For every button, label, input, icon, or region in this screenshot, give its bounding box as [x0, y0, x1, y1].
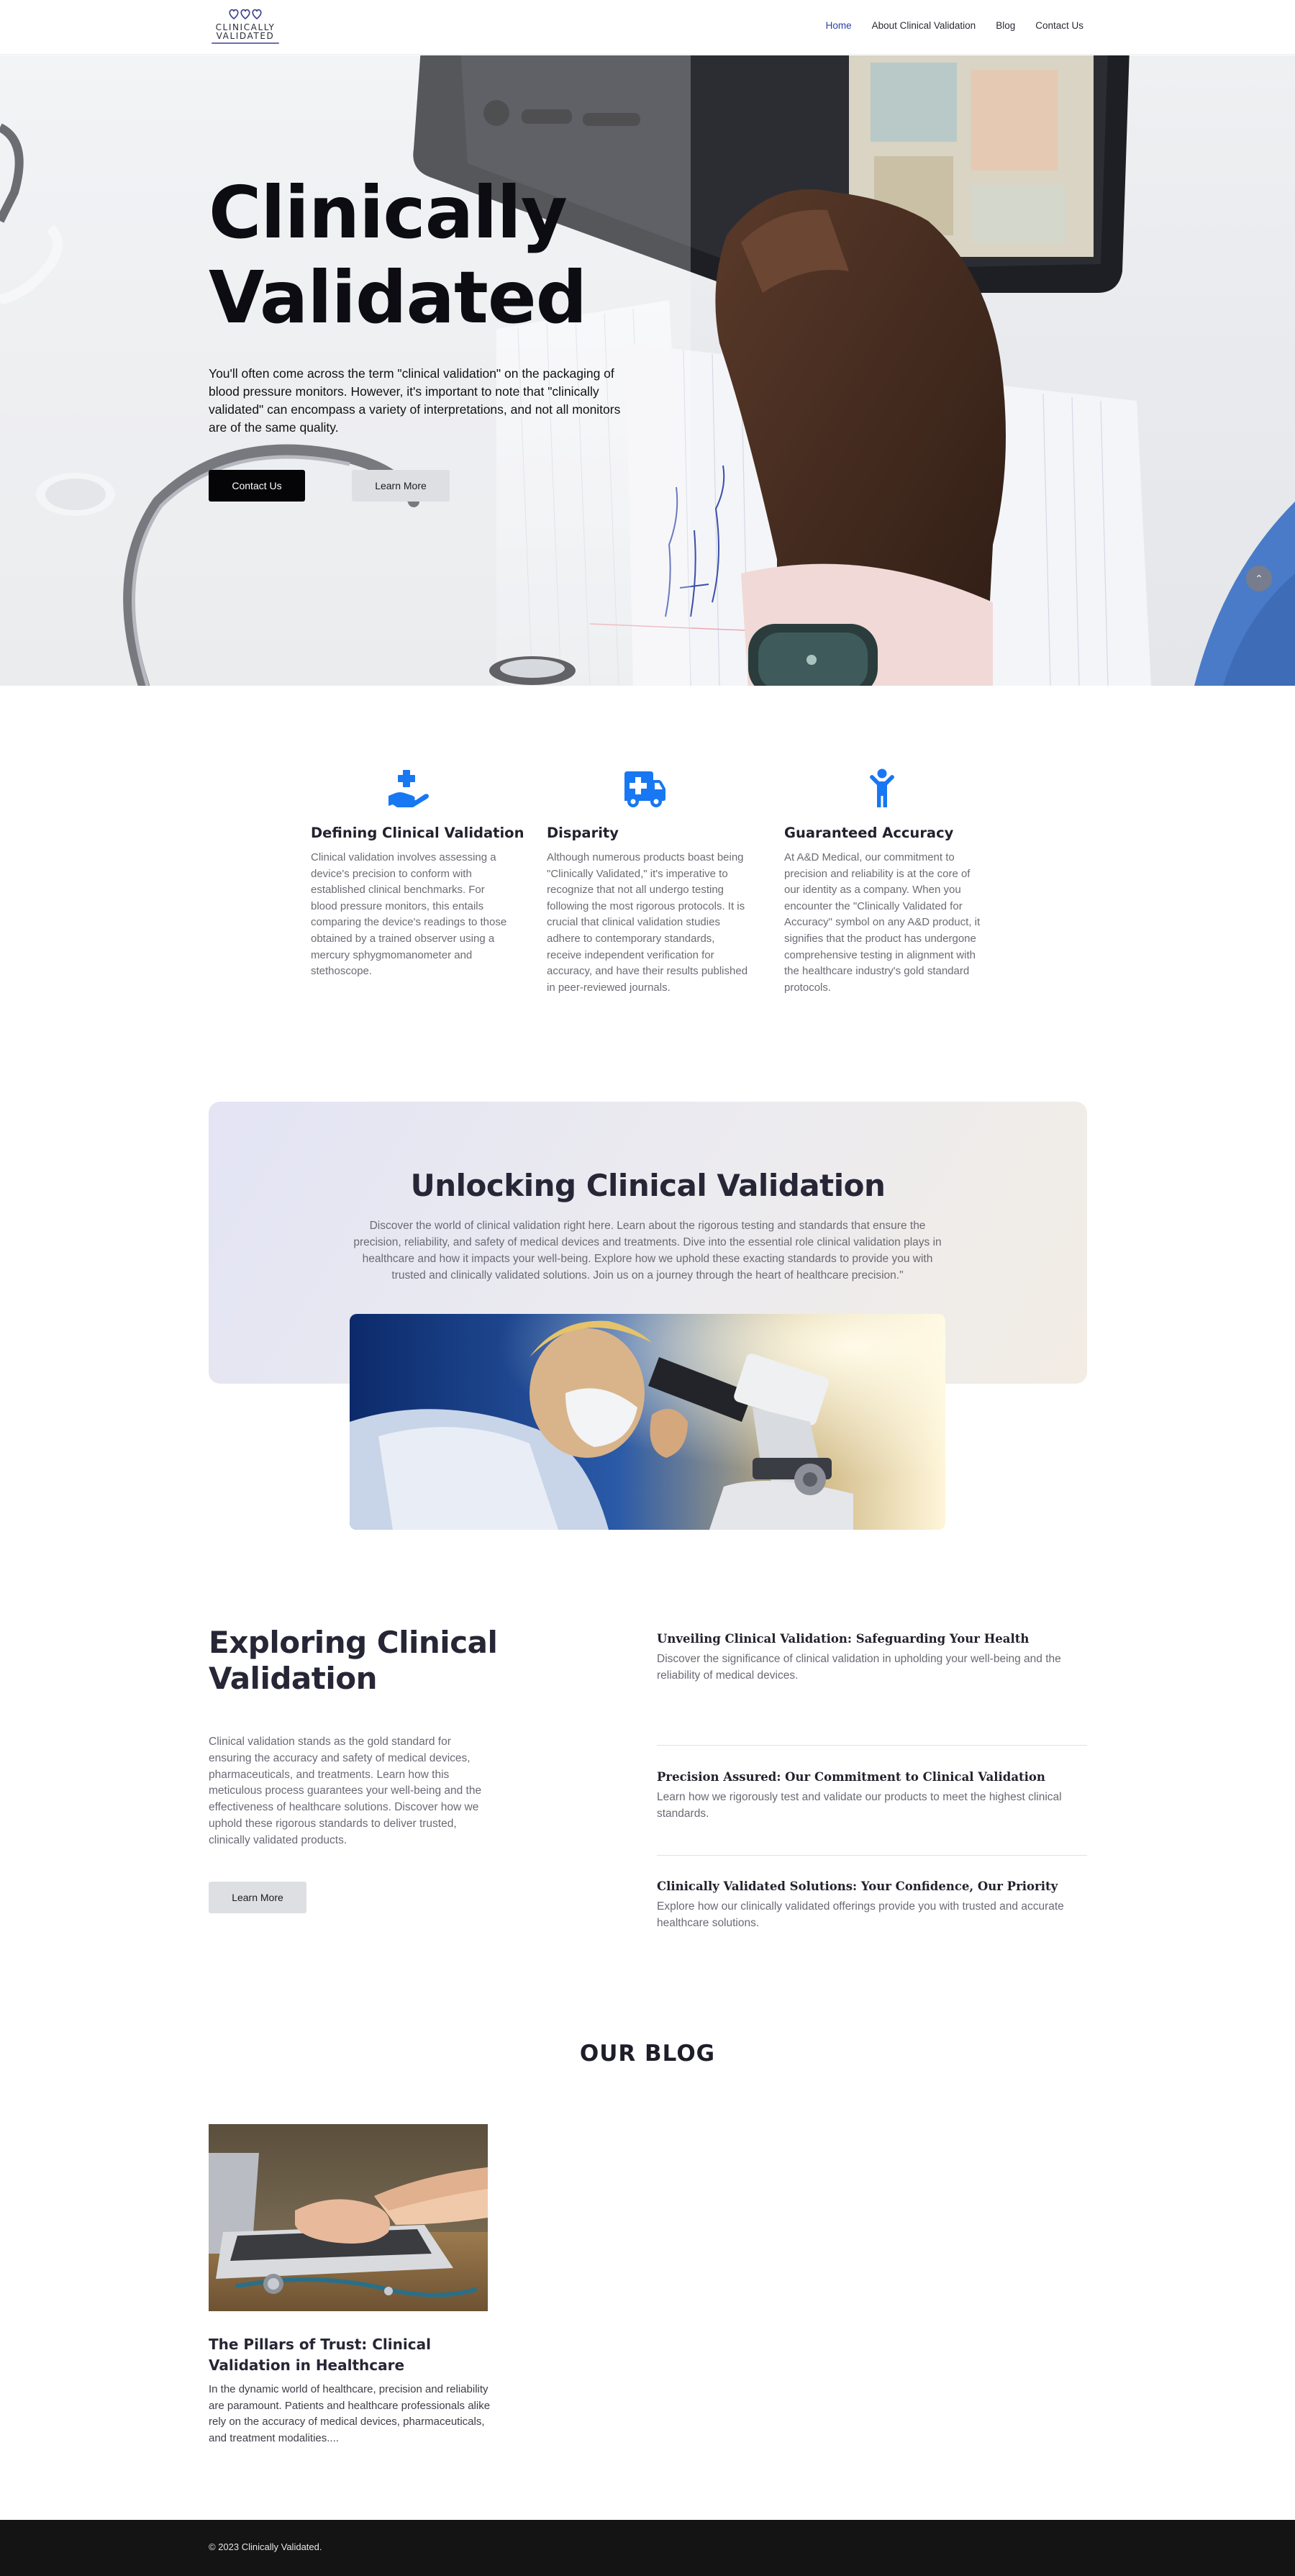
contact-us-button[interactable]: Contact Us [209, 470, 305, 502]
site-footer: © 2023 Clinically Validated. [0, 2520, 1295, 2576]
nav-about-clinical-validation[interactable]: About Clinical Validation [872, 20, 976, 31]
copyright-text: © 2023 Clinically Validated. [209, 2541, 322, 2552]
hero-description: You'll often come across the term "clini… [209, 366, 621, 435]
exploring-item[interactable]: Clinically Validated Solutions: Your Con… [657, 1879, 1087, 1931]
feature-title: Disparity [547, 825, 619, 841]
blog-post-excerpt: In the dynamic world of healthcare, prec… [209, 2383, 491, 2444]
hero-title: Clinically Validated [209, 171, 587, 340]
hero-background-photo [0, 55, 1295, 686]
unlocking-title: Unlocking Clinical Validation [410, 1168, 886, 1203]
feature-title: Defining Clinical Validation [311, 825, 524, 841]
logo-word-2: VALIDATED [216, 31, 275, 41]
hero-section: Clinically Validated You'll often come a… [0, 55, 1295, 686]
scroll-to-top-button[interactable]: ⌃ [1246, 566, 1272, 591]
blog-post-image[interactable] [209, 2124, 488, 2311]
hand-medical-icon [388, 770, 429, 807]
nav-contact-us[interactable]: Contact Us [1035, 20, 1083, 31]
nav-home[interactable]: Home [826, 20, 852, 31]
exploring-item[interactable]: Precision Assured: Our Commitment to Cli… [657, 1770, 1087, 1822]
chevron-up-icon: ⌃ [1255, 573, 1263, 584]
exploring-description: Clinical validation stands as the gold s… [209, 1736, 482, 1846]
exploring-item-text: Explore how our clinically validated off… [657, 1900, 1064, 1929]
feature-text: Clinical validation involves assessing a… [311, 851, 507, 978]
divider [657, 1855, 1087, 1856]
top-nav: CLINICALLY VALIDATED Home About Clinical… [0, 0, 1295, 55]
feature-title: Guaranteed Accuracy [784, 825, 954, 841]
laptop-stethoscope-photo [209, 2124, 488, 2311]
exploring-item[interactable]: Unveiling Clinical Validation: Safeguard… [657, 1632, 1087, 1684]
blog-post-title[interactable]: The Pillars of Trust: Clinical Validatio… [209, 2334, 496, 2376]
hero-learn-more-button[interactable]: Learn More [352, 470, 450, 502]
exploring-item-title: Unveiling Clinical Validation: Safeguard… [657, 1632, 1030, 1646]
exploring-item-text: Learn how we rigorously test and validat… [657, 1791, 1062, 1820]
unlocking-description: Discover the world of clinical validatio… [353, 1220, 942, 1282]
site-logo[interactable]: CLINICALLY VALIDATED [209, 7, 281, 47]
exploring-item-text: Discover the significance of clinical va… [657, 1653, 1061, 1682]
blog-section-title: OUR BLOG [579, 2041, 716, 2067]
scientist-microscope-image [350, 1314, 945, 1530]
main-menu: Home About Clinical Validation Blog Cont… [826, 20, 1083, 31]
exploring-learn-more-button[interactable]: Learn More [209, 1882, 306, 1913]
ambulance-icon [624, 771, 665, 807]
exploring-item-title: Precision Assured: Our Commitment to Cli… [657, 1770, 1045, 1784]
divider [657, 1745, 1087, 1746]
microscope-photo [350, 1314, 945, 1530]
feature-text: Although numerous products boast being "… [547, 851, 748, 994]
logo-underline [212, 42, 279, 44]
exploring-item-title: Clinically Validated Solutions: Your Con… [657, 1879, 1058, 1893]
feature-text: At A&D Medical, our commitment to precis… [784, 851, 981, 994]
exploring-title: Exploring Clinical Validation [209, 1625, 498, 1696]
hearts-logo-icon [229, 9, 262, 20]
person-icon [870, 768, 894, 807]
nav-blog[interactable]: Blog [996, 20, 1015, 31]
